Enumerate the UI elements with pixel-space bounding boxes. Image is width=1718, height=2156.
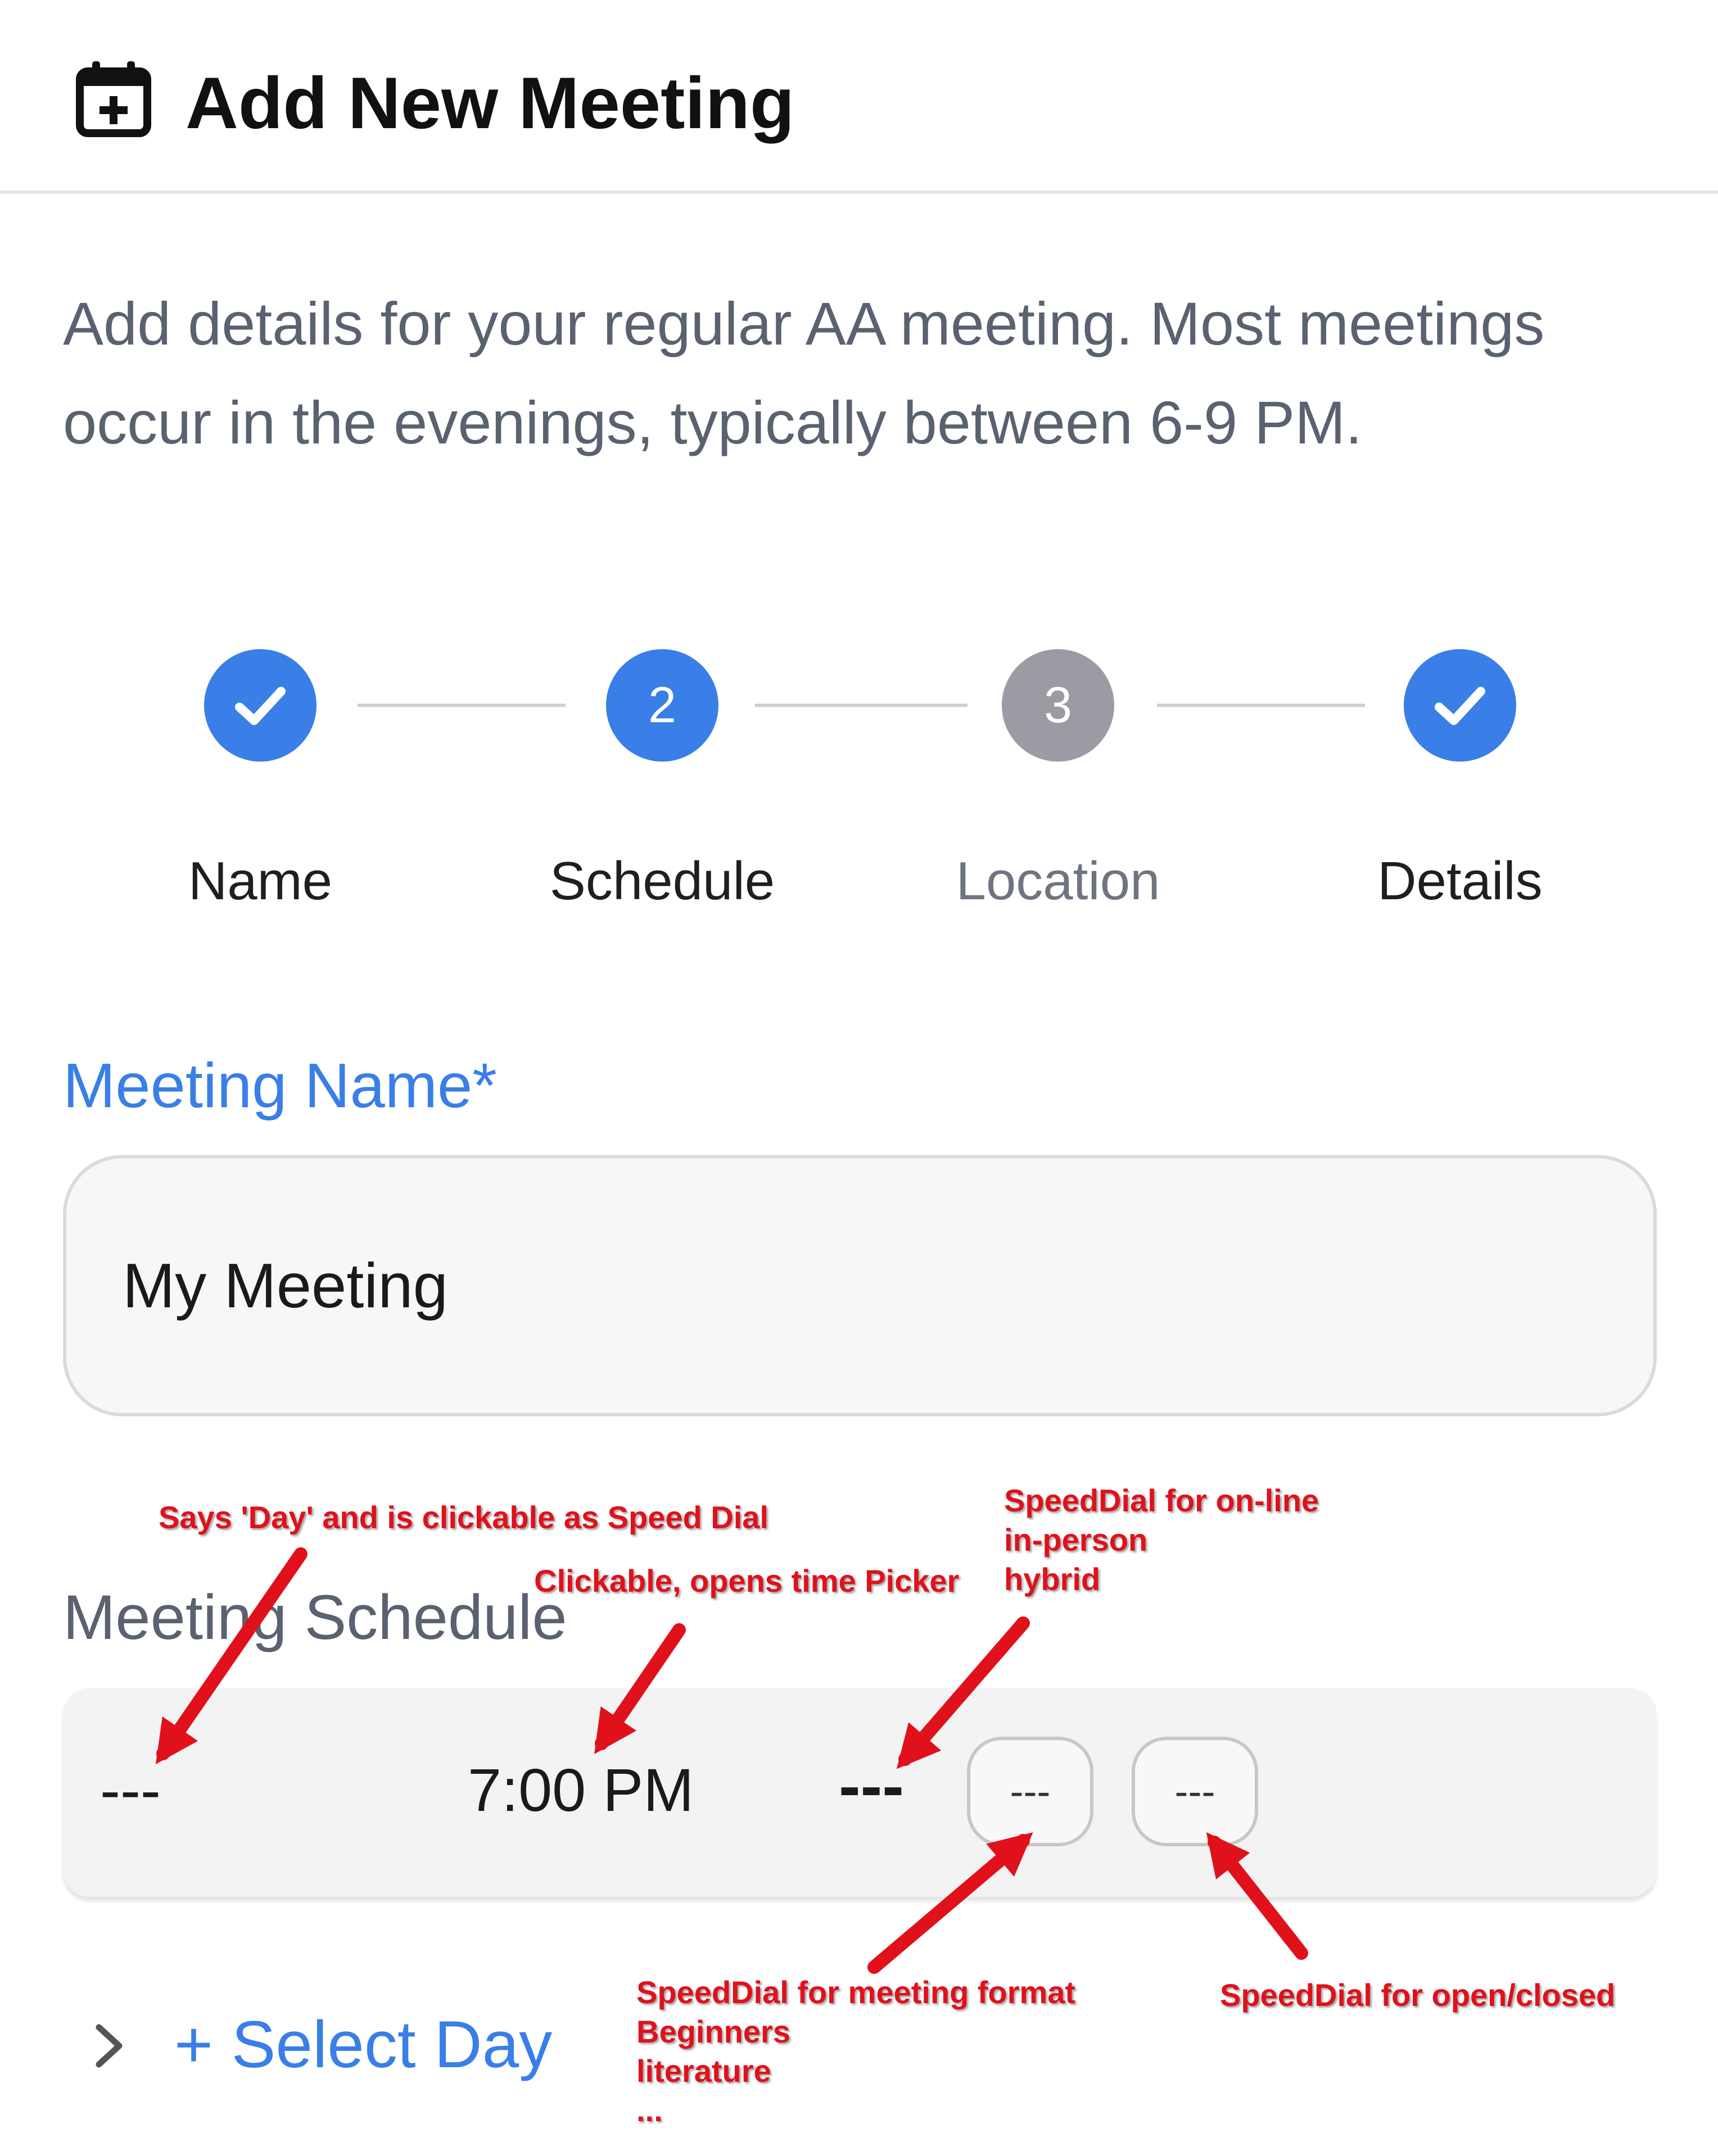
meeting-mode-speed-dial[interactable]: --- [839, 1749, 904, 1822]
step-label-details: Details [1377, 851, 1543, 911]
annotation-format-4: ... [636, 2092, 663, 2128]
annotation-format-1: SpeedDial for meeting format [636, 1974, 1076, 2010]
annotation-format-3: literature [636, 2053, 771, 2089]
step-name-complete[interactable] [204, 649, 317, 762]
select-day-button[interactable]: + Select Day [174, 2005, 552, 2084]
stepper-connector [755, 704, 967, 707]
stepper-connector [1157, 704, 1365, 707]
step-number: 3 [1043, 677, 1073, 733]
meeting-schedule-title: Meeting Schedule [63, 1582, 567, 1652]
chevron-right-icon[interactable] [90, 2015, 129, 2077]
meeting-name-input[interactable]: My Meeting [63, 1155, 1657, 1416]
step-details-complete[interactable] [1404, 649, 1516, 762]
annotation-format-2: Beginners [636, 2014, 790, 2049]
annotation-mode-1: SpeedDial for on-line [1004, 1483, 1319, 1518]
annotation-day: Says 'Day' and is clickable as Speed Dia… [159, 1500, 768, 1535]
step-location-pending[interactable]: 3 [1002, 649, 1114, 762]
meeting-format-speed-dial[interactable]: --- [967, 1737, 1093, 1846]
step-label-name: Name [188, 851, 333, 911]
step-label-location: Location [956, 851, 1160, 911]
annotation-mode-3: hybrid [1004, 1561, 1101, 1597]
time-picker-button[interactable]: 7:00 PM [468, 1754, 694, 1827]
step-number: 2 [648, 677, 677, 733]
page-description: Add details for your regular AA meeting.… [63, 289, 1545, 456]
annotation-mode-2: in-person [1004, 1522, 1148, 1557]
open-closed-speed-dial[interactable]: --- [1132, 1737, 1258, 1846]
annotation-open-closed: SpeedDial for open/closed [1220, 1977, 1616, 2013]
annotation-time: Clickable, opens time Picker [534, 1563, 960, 1598]
page-title: Add New Meeting [186, 62, 795, 144]
day-speed-dial[interactable]: --- [100, 1754, 161, 1827]
stepper-connector [358, 704, 566, 707]
meeting-name-label: Meeting Name* [63, 1050, 497, 1121]
check-icon [235, 687, 286, 725]
step-label-schedule: Schedule [549, 851, 775, 911]
step-schedule-active[interactable]: 2 [606, 649, 718, 762]
calendar-plus-icon [76, 61, 151, 137]
check-icon [1435, 687, 1485, 725]
